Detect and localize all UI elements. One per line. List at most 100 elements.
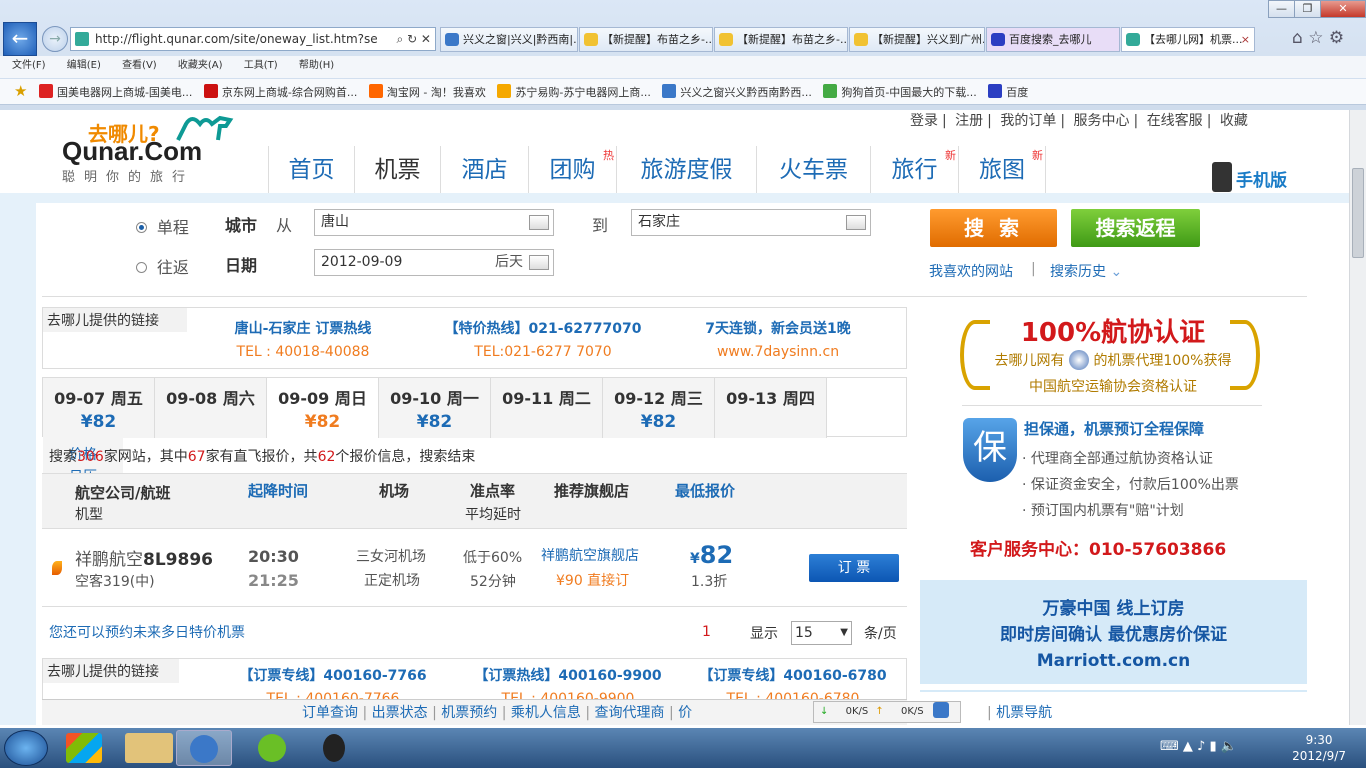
register-link[interactable]: 注册	[955, 113, 983, 129]
fav-link[interactable]: 百度	[988, 84, 1028, 99]
flight-nav-link[interactable]: | 机票导航	[987, 700, 1052, 726]
search-history-link[interactable]: 搜索历史 ⌄	[1050, 261, 1122, 281]
my-orders-link[interactable]: 我的订单	[1000, 113, 1056, 129]
page-number[interactable]: 1	[702, 624, 711, 640]
date-tab[interactable]: 09-11 周二	[491, 378, 603, 438]
address-url: http://flight.qunar.com/site/oneway_list…	[95, 32, 378, 46]
to-city-input[interactable]: 石家庄	[631, 209, 871, 236]
mobile-link[interactable]: 手机版	[1212, 162, 1287, 192]
explorer-folder-icon[interactable]	[125, 733, 173, 763]
qq-icon[interactable]	[306, 730, 362, 766]
agent-query-link[interactable]: 查询代理商	[595, 705, 665, 721]
nav-groupbuy[interactable]: 团购热	[528, 146, 616, 194]
fav-link[interactable]: 兴义之窗兴义黔西南黔西...	[662, 84, 812, 99]
search-button[interactable]: 搜 索	[930, 209, 1057, 247]
roundtrip-radio[interactable]: 往返	[136, 254, 189, 278]
date-tab[interactable]: 09-07 周五 ¥82	[43, 378, 155, 438]
page-size-select[interactable]: 15 ▼	[791, 621, 852, 645]
ticket-status-link[interactable]: 出票状态	[372, 705, 428, 721]
close-tab-icon[interactable]: ×	[1241, 28, 1250, 51]
future-deals-link[interactable]: 您还可以预约未来多日特价机票	[49, 622, 245, 642]
passenger-info-link[interactable]: 乘机人信息	[511, 705, 581, 721]
from-city-input[interactable]: 唐山	[314, 209, 554, 236]
menu-favorites[interactable]: 收藏夹(A)	[178, 60, 223, 71]
browser-tab[interactable]: 兴义之窗|兴义|黔西南|...	[440, 27, 578, 52]
ie-taskbar-icon[interactable]	[176, 730, 232, 766]
ticket-reserve-link[interactable]: 机票预约	[441, 705, 497, 721]
browser-tab[interactable]: 【新提醒】兴义到广州...	[849, 27, 985, 52]
sponsored-item[interactable]: 【特价热线】021-62777070 TEL:021-6277 7070	[428, 318, 658, 360]
service-center-link[interactable]: 服务中心	[1074, 113, 1130, 129]
login-link[interactable]: 登录	[910, 113, 938, 129]
price-link[interactable]: 价	[678, 705, 692, 721]
ontime-rate: 低于60%	[463, 550, 523, 566]
search-return-button[interactable]: 搜索返程	[1071, 209, 1200, 247]
oneway-radio[interactable]: 单程	[136, 214, 189, 238]
direct-book-link[interactable]: ¥90 直接订	[556, 570, 629, 590]
start-button[interactable]	[4, 730, 48, 766]
download-speed-widget[interactable]: ↓ 0K/S ↑ 0K/S	[813, 701, 961, 723]
book-button[interactable]: 订 票	[809, 554, 899, 582]
date-input[interactable]: 2012-09-09 后天	[314, 249, 554, 276]
fav-link[interactable]: 狗狗首页-中国最大的下载...	[823, 84, 977, 99]
fav-link[interactable]: 国美电器网上商城-国美电...	[38, 84, 192, 99]
date-tab[interactable]: 09-08 周六	[155, 378, 267, 438]
date-tab-selected[interactable]: 09-09 周日 ¥82	[267, 378, 379, 438]
tab-label: 【去哪儿网】机票...	[1144, 33, 1243, 46]
browser-tab[interactable]: 百度搜索_去哪儿	[986, 27, 1120, 52]
fav-sites-link[interactable]: 我喜欢的网站	[929, 261, 1013, 281]
menu-tools[interactable]: 工具(T)	[244, 60, 278, 71]
vertical-scrollbar[interactable]	[1349, 110, 1366, 725]
order-query-link[interactable]: 订单查询	[302, 705, 358, 721]
browser-tab[interactable]: 【新提醒】布苗之乡-...	[714, 27, 848, 52]
online-support-link[interactable]: 在线客服	[1147, 113, 1203, 129]
maximize-button[interactable]: ❐	[1294, 0, 1321, 18]
col-time[interactable]: 起降时间	[248, 480, 308, 501]
cert-line2: 中国航空运输协会资格认证	[1029, 379, 1197, 395]
col-airline[interactable]: 航空公司/航班	[75, 482, 170, 503]
scroll-thumb[interactable]	[1352, 168, 1364, 258]
app-icon[interactable]	[66, 733, 102, 763]
address-bar[interactable]: http://flight.qunar.com/site/oneway_list…	[70, 27, 436, 51]
nav-photos[interactable]: 旅图新	[958, 146, 1046, 194]
nav-travel[interactable]: 旅行新	[870, 146, 958, 194]
home-star-gear-icons[interactable]: ⌂ ☆ ⚙	[1292, 28, 1344, 48]
browser-tab-active[interactable]: 【去哪儿网】机票... ×	[1121, 27, 1255, 52]
date-tab[interactable]: 09-13 周四	[715, 378, 827, 438]
col-ontime[interactable]: 准点率	[470, 480, 515, 501]
menu-view[interactable]: 查看(V)	[122, 60, 157, 71]
fav-link[interactable]: 京东网上商城-综合网购首...	[203, 84, 357, 99]
fav-link[interactable]: 苏宁易购-苏宁电器网上商...	[497, 84, 651, 99]
nav-train[interactable]: 火车票	[756, 146, 870, 194]
menu-file[interactable]: 文件(F)	[12, 60, 46, 71]
close-window-button[interactable]: ✕	[1320, 0, 1366, 18]
nav-home[interactable]: 首页	[268, 146, 354, 194]
browser-tab[interactable]: 【新提醒】布苗之乡-...	[579, 27, 713, 52]
search-refresh-stop-icons[interactable]: ⌕ ↻ ✕	[397, 28, 431, 50]
clock[interactable]: 9:30 2012/9/7	[1292, 732, 1346, 764]
date-tab[interactable]: 09-10 周一 ¥82	[379, 378, 491, 438]
nav-vacation[interactable]: 旅游度假	[616, 146, 756, 194]
nav-hotels[interactable]: 酒店	[440, 146, 528, 194]
divider	[962, 405, 1262, 406]
360-icon[interactable]	[244, 730, 300, 766]
menu-help[interactable]: 帮助(H)	[299, 60, 334, 71]
nav-flights[interactable]: 机票	[354, 146, 440, 194]
tray-icons[interactable]: ⌨ ▲ ♪ ▮ 🔈	[1160, 739, 1237, 754]
date-tab[interactable]: 09-12 周三 ¥82	[603, 378, 715, 438]
back-button[interactable]: ←	[3, 22, 37, 56]
favorites-star-icon[interactable]: ★	[14, 82, 27, 100]
col-price[interactable]: 最低报价	[675, 480, 735, 501]
forward-button[interactable]: →	[42, 26, 68, 52]
sponsored-item[interactable]: 唐山-石家庄 订票热线 TEL : 40018-40088	[203, 318, 403, 360]
minimize-button[interactable]: —	[1268, 0, 1295, 18]
logo-en[interactable]: Qunar.Com	[62, 136, 202, 167]
down-arrow-icon: ↓	[820, 706, 829, 717]
fav-link[interactable]: 淘宝网 - 淘！我喜欢	[368, 84, 486, 99]
flagship-store-link[interactable]: 祥鹏航空旗舰店	[541, 545, 639, 565]
marriott-ad[interactable]: 万豪中国 线上订房 即时房间确认 最优惠房价保证 Marriott.com.cn	[920, 580, 1307, 684]
bookmark-link[interactable]: 收藏	[1220, 113, 1248, 129]
menu-edit[interactable]: 编辑(E)	[67, 60, 101, 71]
guarantee-title[interactable]: 担保通，机票预订全程保障	[1024, 418, 1204, 439]
sponsored-item[interactable]: 7天连锁，新会员送1晚 www.7daysinn.cn	[673, 318, 883, 360]
